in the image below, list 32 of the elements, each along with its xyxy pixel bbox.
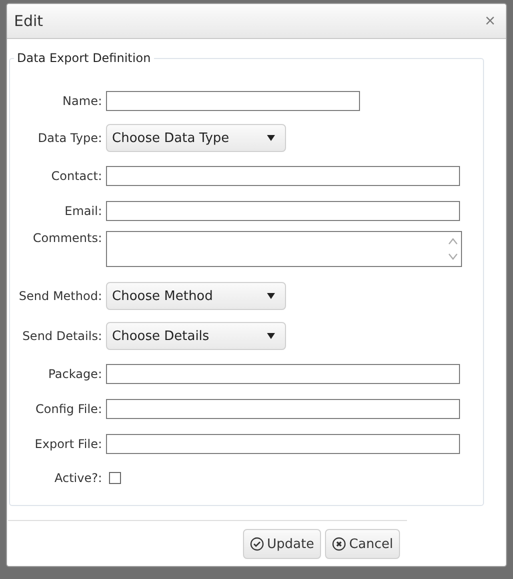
field-label: Export File: xyxy=(34,436,102,450)
checkbox[interactable] xyxy=(109,472,121,484)
text-field[interactable] xyxy=(106,90,360,110)
window-title: Edit xyxy=(14,12,44,30)
field-label: Config File: xyxy=(34,402,102,416)
text-field[interactable] xyxy=(106,434,460,454)
field-label: Package: xyxy=(47,366,102,380)
cancel-icon xyxy=(332,537,346,551)
field-label: Contact: xyxy=(50,168,102,182)
field-label: Send Method: xyxy=(18,289,102,303)
dropdown[interactable]: Choose Method xyxy=(106,282,286,310)
field-label: Data Type: xyxy=(36,131,102,145)
dropdown[interactable]: Choose Data Type xyxy=(106,124,286,152)
text-area[interactable] xyxy=(106,231,462,267)
text-field[interactable] xyxy=(106,364,460,384)
text-field[interactable] xyxy=(106,200,460,220)
field-label: Name: xyxy=(62,94,102,108)
check-circle-icon xyxy=(250,537,264,551)
caret-icon xyxy=(267,293,275,299)
field-label: Send Details: xyxy=(21,329,102,343)
update-button[interactable]: Update xyxy=(243,529,322,559)
fieldset-legend: Data Export Definition xyxy=(14,51,154,65)
field-label: Comments: xyxy=(32,231,102,245)
field-label: Active?: xyxy=(53,471,102,485)
text-field[interactable] xyxy=(106,398,460,418)
field-label: Email: xyxy=(64,204,102,218)
caret-icon xyxy=(267,135,275,141)
dropdown[interactable]: Choose Details xyxy=(106,322,286,350)
cancel-button[interactable]: Cancel xyxy=(325,529,400,559)
close-button[interactable]: × xyxy=(484,13,496,29)
caret-icon xyxy=(267,333,275,339)
text-field[interactable] xyxy=(106,166,460,186)
